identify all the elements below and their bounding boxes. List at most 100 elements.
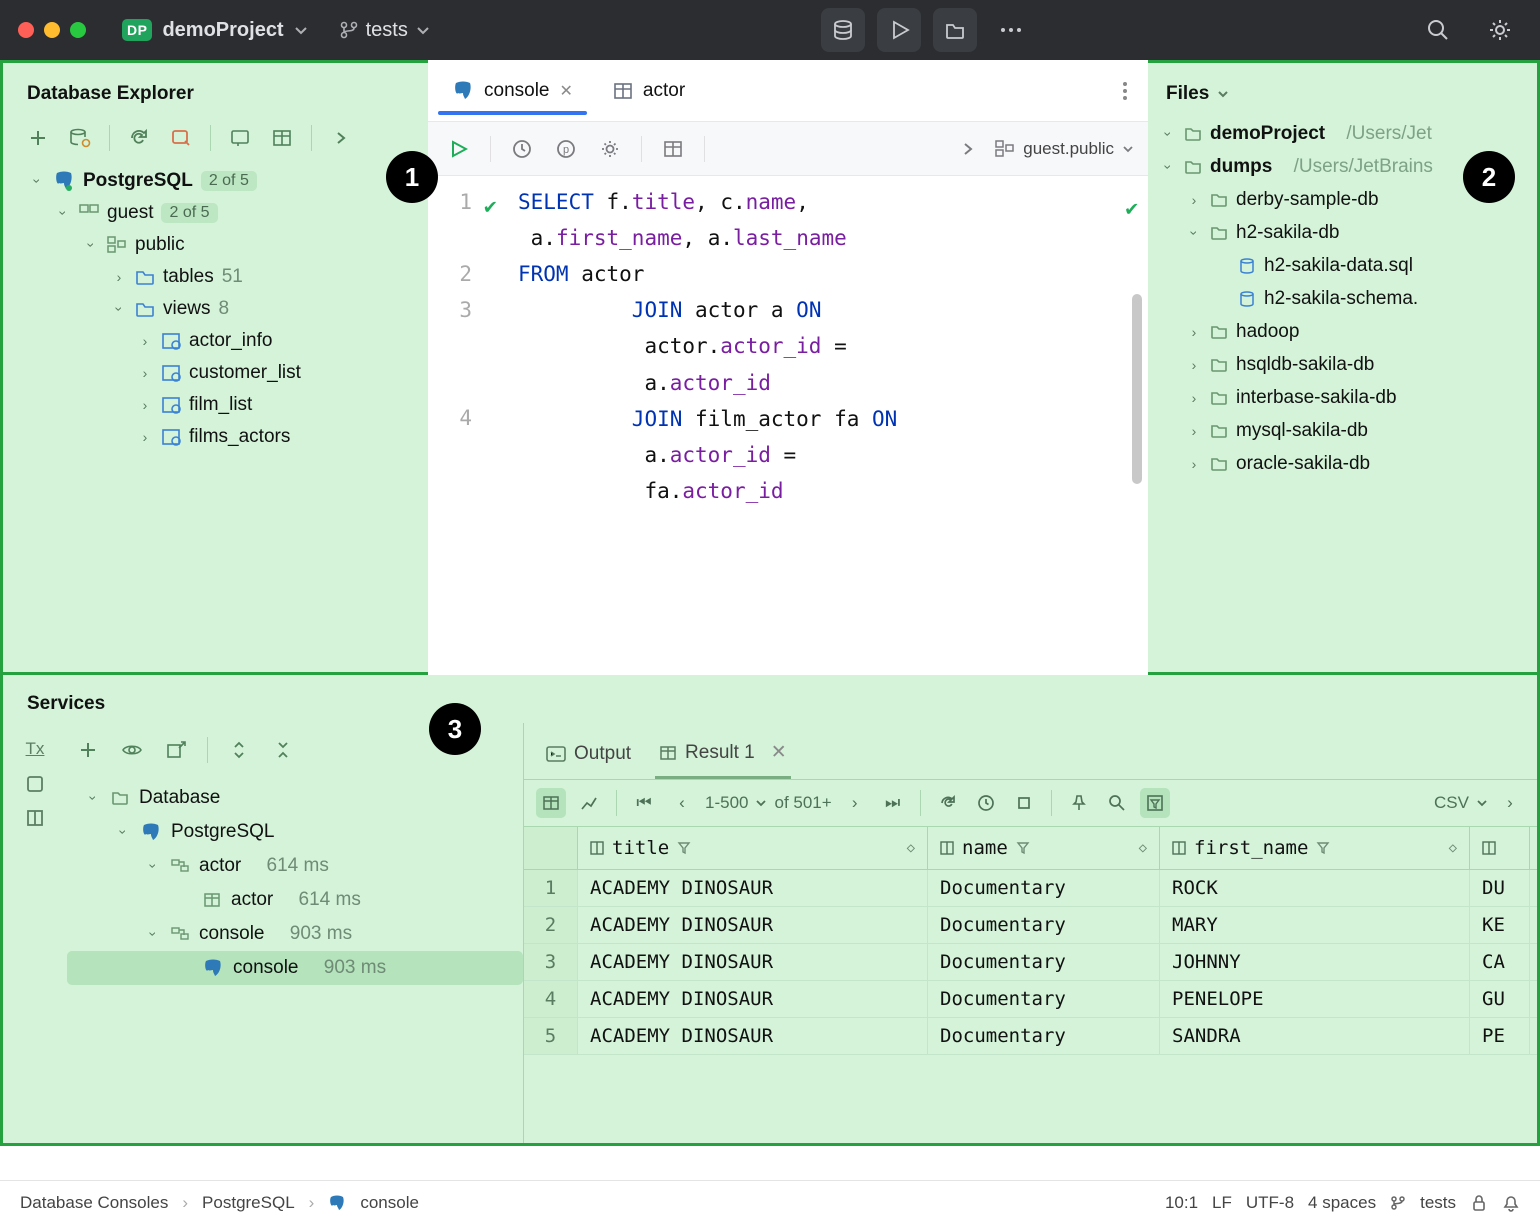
settings-icon[interactable] (1478, 8, 1522, 52)
expand-icon[interactable] (222, 733, 256, 767)
cell-title[interactable]: ACADEMY DINOSAUR (578, 981, 928, 1017)
settings-icon[interactable] (593, 132, 627, 166)
explain-plan-icon[interactable]: p (549, 132, 583, 166)
breadcrumb-item[interactable]: console (360, 1193, 419, 1213)
tab-output[interactable]: Output (542, 735, 635, 777)
cell-name[interactable]: Documentary (928, 907, 1160, 943)
cell-last-name[interactable]: DU (1470, 870, 1530, 906)
database-icon[interactable] (821, 8, 865, 52)
table-view-icon[interactable] (536, 788, 566, 818)
maximize-window-icon[interactable] (70, 22, 86, 38)
scrollbar[interactable] (1132, 294, 1142, 484)
indent-setting[interactable]: 4 spaces (1308, 1193, 1376, 1213)
more-icon[interactable] (989, 8, 1033, 52)
database-tree[interactable]: PostgreSQL 2 of 5 guest 2 of 5 public ta… (3, 165, 428, 461)
line-separator[interactable]: LF (1212, 1193, 1232, 1213)
sort-icon[interactable]: ◇ (1139, 840, 1147, 856)
close-icon[interactable]: ✕ (771, 741, 787, 764)
close-window-icon[interactable] (18, 22, 34, 38)
minimize-window-icon[interactable] (44, 22, 60, 38)
notifications-icon[interactable] (1502, 1194, 1520, 1212)
breadcrumb-item[interactable]: Database Consoles (20, 1193, 168, 1213)
cell-last-name[interactable]: KE (1470, 907, 1530, 943)
next-page-icon[interactable]: › (840, 788, 870, 818)
prev-page-icon[interactable]: ‹ (667, 788, 697, 818)
cell-last-name[interactable]: CA (1470, 944, 1530, 980)
cell-first-name[interactable]: ROCK (1160, 870, 1470, 906)
services-tree[interactable]: Database PostgreSQL actor 614 ms actor 6… (67, 775, 523, 985)
project-selector[interactable]: DP demoProject (114, 15, 316, 46)
run-icon[interactable] (442, 132, 476, 166)
open-folder-icon[interactable] (933, 8, 977, 52)
cell-last-name[interactable]: PE (1470, 1018, 1530, 1054)
table-view-icon[interactable] (656, 132, 690, 166)
filter-icon[interactable] (1316, 841, 1330, 855)
file-encoding[interactable]: UTF-8 (1246, 1193, 1294, 1213)
filter-icon[interactable] (1016, 841, 1030, 855)
show-icon[interactable] (115, 733, 149, 767)
lock-icon[interactable] (1470, 1194, 1488, 1212)
cell-last-name[interactable]: GU (1470, 981, 1530, 1017)
table-row[interactable]: 1 ACADEMY DINOSAUR Documentary ROCK DU (524, 870, 1537, 907)
history-icon[interactable] (971, 788, 1001, 818)
refresh-icon[interactable] (933, 788, 963, 818)
chevron-right-icon[interactable]: › (1495, 788, 1525, 818)
add-icon[interactable] (71, 733, 105, 767)
column-header-index[interactable] (524, 827, 578, 869)
cell-first-name[interactable]: MARY (1160, 907, 1470, 943)
cell-first-name[interactable]: PENELOPE (1160, 981, 1470, 1017)
cell-title[interactable]: ACADEMY DINOSAUR (578, 907, 928, 943)
vcs-branch-selector[interactable]: tests (332, 15, 438, 46)
checkbox-icon[interactable] (26, 775, 44, 793)
search-icon[interactable] (1102, 788, 1132, 818)
stop-icon[interactable] (1009, 788, 1039, 818)
table-row[interactable]: 4 ACADEMY DINOSAUR Documentary PENELOPE … (524, 981, 1537, 1018)
column-header-name[interactable]: name◇ (928, 827, 1160, 869)
breadcrumb-item[interactable]: PostgreSQL (202, 1193, 295, 1213)
cell-name[interactable]: Documentary (928, 870, 1160, 906)
chevron-down-icon[interactable] (1477, 798, 1487, 808)
sort-icon[interactable]: ◇ (907, 840, 915, 856)
close-icon[interactable]: ✕ (560, 81, 573, 101)
result-grid[interactable]: title◇ name◇ first_name◇ 1 ACADEMY DINOS… (524, 826, 1537, 1143)
jump-to-console-icon[interactable] (164, 121, 198, 155)
chevron-right-icon[interactable] (951, 132, 985, 166)
add-icon[interactable] (21, 121, 55, 155)
tab-actor[interactable]: actor (599, 68, 699, 114)
tab-result[interactable]: Result 1✕ (655, 733, 791, 779)
chart-view-icon[interactable] (574, 788, 604, 818)
cell-name[interactable]: Documentary (928, 981, 1160, 1017)
page-range[interactable]: 1-500 (705, 793, 748, 813)
code-editor[interactable]: 1 2 3 4 ✔ SELECT f.title, c.name, a.firs… (428, 176, 1148, 509)
run-anything-icon[interactable] (877, 8, 921, 52)
cell-title[interactable]: ACADEMY DINOSAUR (578, 944, 928, 980)
pin-icon[interactable] (1064, 788, 1094, 818)
layout-icon[interactable] (26, 809, 44, 827)
cell-title[interactable]: ACADEMY DINOSAUR (578, 870, 928, 906)
chevron-right-icon[interactable] (324, 121, 358, 155)
search-icon[interactable] (1416, 8, 1460, 52)
tab-menu-icon[interactable] (1112, 81, 1138, 101)
new-window-icon[interactable] (159, 733, 193, 767)
sort-icon[interactable]: ◇ (1449, 840, 1457, 856)
last-page-icon[interactable]: ⏭ (878, 788, 908, 818)
datasource-properties-icon[interactable] (63, 121, 97, 155)
tab-console[interactable]: console ✕ (438, 68, 587, 114)
chevron-down-icon[interactable] (756, 798, 766, 808)
filter-icon[interactable] (677, 841, 691, 855)
table-row[interactable]: 3 ACADEMY DINOSAUR Documentary JOHNNY CA (524, 944, 1537, 981)
table-row[interactable]: 2 ACADEMY DINOSAUR Documentary MARY KE (524, 907, 1537, 944)
transaction-icon[interactable]: Tx (26, 739, 45, 759)
column-header-title[interactable]: title◇ (578, 827, 928, 869)
branch-name[interactable]: tests (1420, 1193, 1456, 1213)
cell-name[interactable]: Documentary (928, 944, 1160, 980)
collapse-icon[interactable] (266, 733, 300, 767)
refresh-icon[interactable] (122, 121, 156, 155)
column-header-first-name[interactable]: first_name◇ (1160, 827, 1470, 869)
schema-selector[interactable]: guest.public (995, 139, 1134, 159)
diagram-icon[interactable] (223, 121, 257, 155)
table-row[interactable]: 5 ACADEMY DINOSAUR Documentary SANDRA PE (524, 1018, 1537, 1055)
chevron-down-icon[interactable] (1217, 88, 1229, 100)
export-format[interactable]: CSV (1434, 793, 1469, 813)
caret-position[interactable]: 10:1 (1165, 1193, 1198, 1213)
